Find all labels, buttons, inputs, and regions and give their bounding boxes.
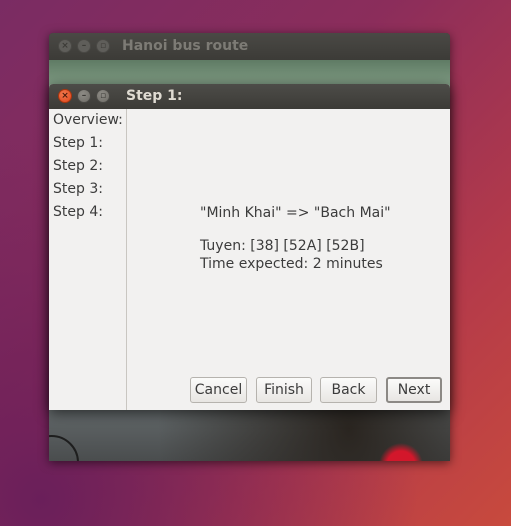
sidebar-item-overview: Overview:: [53, 112, 123, 128]
close-icon[interactable]: ×: [58, 89, 72, 103]
sidebar-item-step-4: Step 4:: [53, 204, 103, 220]
bus-lines-text: Tuyen: [38] [52A] [52B]: [200, 238, 365, 254]
maximize-icon[interactable]: ▫: [96, 89, 110, 103]
dialog-title: Step 1:: [126, 88, 183, 104]
wizard-content: "Minh Khai" => "Bach Mai" Tuyen: [38] [5…: [127, 109, 450, 410]
sidebar-item-step-1: Step 1:: [53, 135, 103, 151]
parent-minimize-icon[interactable]: –: [77, 39, 91, 53]
minimize-icon[interactable]: –: [77, 89, 91, 103]
parent-close-icon[interactable]: ×: [58, 39, 72, 53]
back-button[interactable]: Back: [320, 377, 377, 403]
wizard-dialog: × – ▫ Step 1: Overview: Step 1: Step 2: …: [49, 84, 450, 410]
time-expected-text: Time expected: 2 minutes: [200, 256, 383, 272]
sidebar-item-step-2: Step 2:: [53, 158, 103, 174]
parent-window-title: Hanoi bus route: [122, 38, 249, 54]
sidebar-item-step-3: Step 3:: [53, 181, 103, 197]
next-button[interactable]: Next: [386, 377, 442, 403]
finish-button[interactable]: Finish: [256, 377, 312, 403]
parent-titlebar[interactable]: × – ▫ Hanoi bus route: [49, 33, 450, 60]
wizard-steps-sidebar: Overview: Step 1: Step 2: Step 3: Step 4…: [49, 109, 127, 410]
parent-maximize-icon[interactable]: ▫: [96, 39, 110, 53]
route-text: "Minh Khai" => "Bach Mai": [200, 205, 391, 221]
cancel-button[interactable]: Cancel: [190, 377, 247, 403]
bicycle-wheel-image: [49, 435, 79, 461]
dialog-titlebar[interactable]: × – ▫ Step 1:: [49, 84, 450, 109]
